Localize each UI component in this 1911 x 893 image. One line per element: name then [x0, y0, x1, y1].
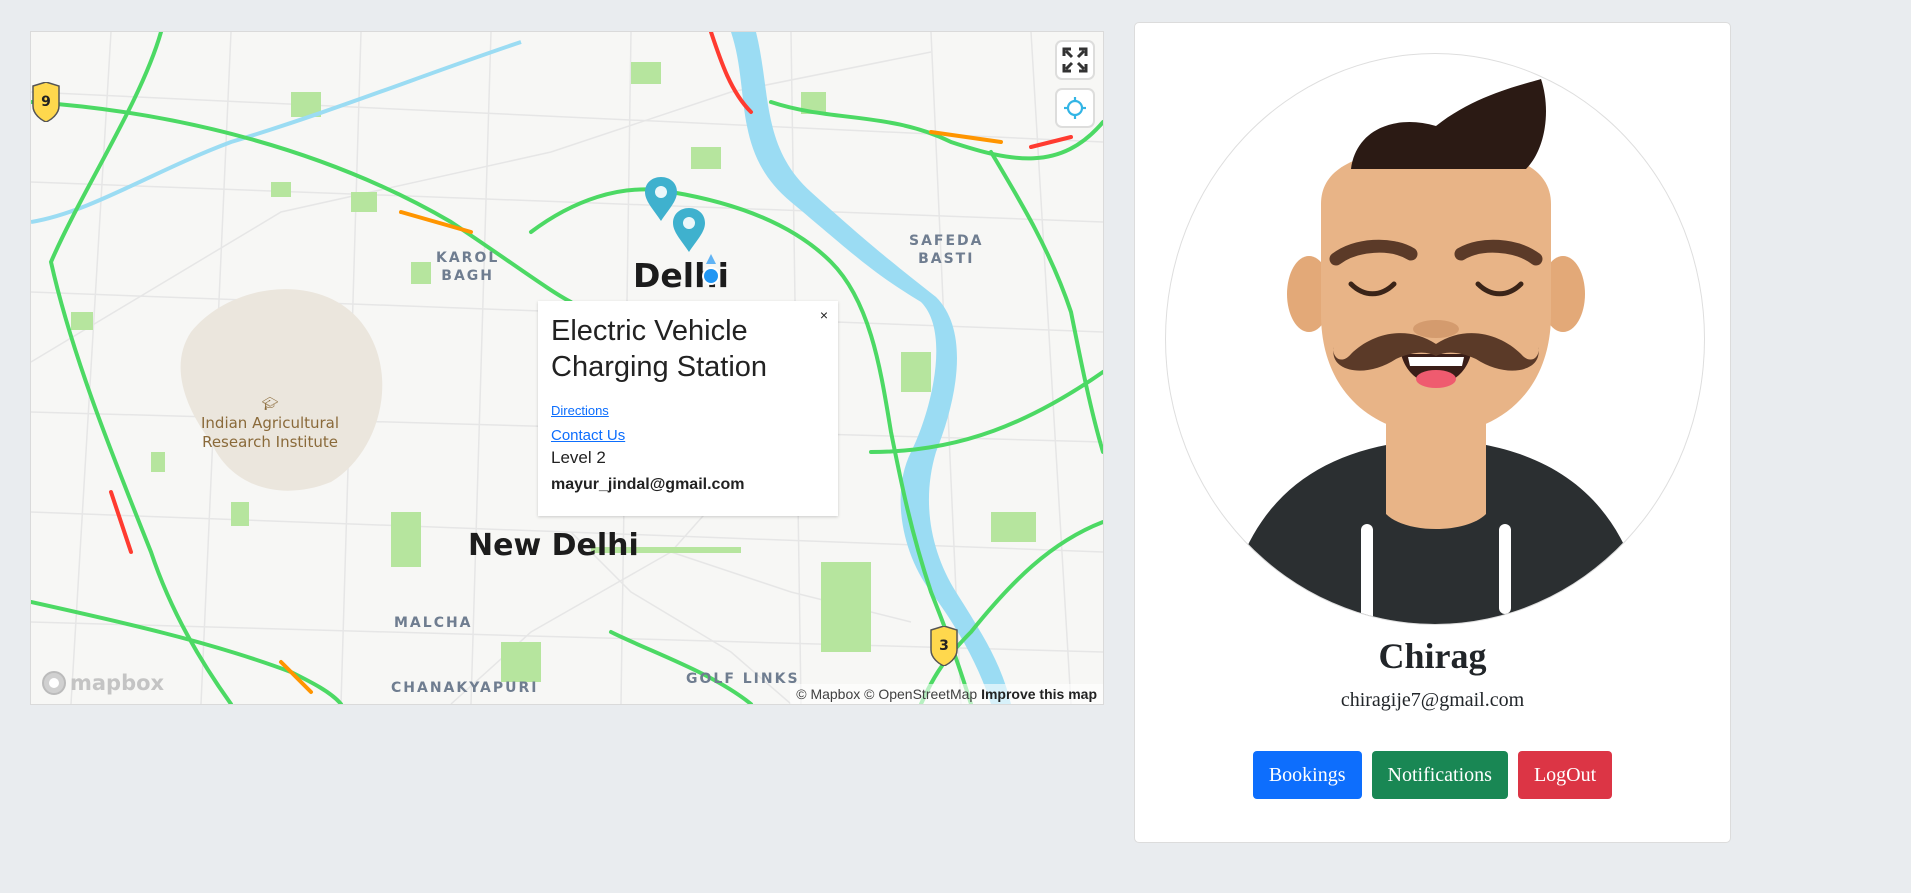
- highway-shield-icon: 9: [32, 82, 60, 122]
- user-location-icon: [702, 254, 720, 285]
- mapbox-logo-text: mapbox: [70, 671, 165, 695]
- school-icon: 🎓︎: [261, 397, 279, 412]
- charging-station-marker-icon[interactable]: [671, 206, 707, 254]
- user-email: chiragije7@gmail.com: [1340, 689, 1525, 711]
- label-karol-bagh-line2: BAGH: [441, 268, 494, 284]
- fullscreen-button[interactable]: [1057, 42, 1093, 78]
- label-golf-links: GOLF LINKS: [686, 671, 800, 687]
- label-iari-line1: Indian Agricultural: [201, 414, 340, 432]
- popup-title: Electric Vehicle Charging Station: [551, 315, 768, 383]
- label-safeda-basti-line1: SAFEDA: [909, 233, 984, 249]
- label-safeda-basti-line2: BASTI: [918, 251, 975, 267]
- label-karol-bagh: KAROL BAGH: [436, 249, 499, 285]
- geolocate-button[interactable]: [1057, 90, 1093, 126]
- label-safeda-basti: SAFEDA BASTI: [909, 232, 984, 268]
- profile-card: Chirag chiragije7@gmail.com Bookings Not…: [1134, 22, 1731, 843]
- contact-us-link[interactable]: Contact Us: [551, 427, 825, 444]
- label-karol-bagh-line1: KAROL: [436, 250, 500, 266]
- label-new-delhi: New Delhi: [468, 528, 639, 563]
- notifications-button[interactable]: Notifications: [1371, 751, 1508, 799]
- improve-map-link[interactable]: Improve this map: [981, 686, 1097, 702]
- user-name: Chirag: [1378, 636, 1487, 676]
- highway-shield-3-label: 3: [939, 638, 949, 654]
- popup-close-button[interactable]: ×: [818, 305, 830, 325]
- mapbox-logo-icon: [42, 671, 66, 695]
- highway-shield-icon: 3: [930, 626, 958, 666]
- station-email: mayur_jindal@gmail.com: [551, 476, 745, 493]
- directions-link[interactable]: Directions: [551, 403, 825, 418]
- label-chanakyapuri: CHANAKYAPURI: [391, 680, 539, 696]
- map-attribution: © Mapbox © OpenStreetMap Improve this ma…: [790, 684, 1103, 704]
- crosshair-icon: [1064, 97, 1086, 119]
- label-iari-line2: Research Institute: [202, 433, 338, 451]
- bookings-button[interactable]: Bookings: [1252, 751, 1362, 799]
- logout-button[interactable]: LogOut: [1517, 751, 1613, 799]
- label-malcha: MALCHA: [394, 615, 473, 631]
- avatar: [1165, 53, 1705, 625]
- label-iari: 🎓︎ Indian Agricultural Research Institut…: [201, 395, 339, 452]
- avatar-illustration-icon: [1236, 79, 1636, 624]
- map-container[interactable]: KAROL BAGH SAFEDA BASTI Delhi New Delhi …: [30, 31, 1104, 705]
- highway-shield-9-label: 9: [41, 94, 51, 110]
- station-popup: × Electric Vehicle Charging Station Dire…: [538, 301, 838, 516]
- profile-actions: Bookings Notifications LogOut: [1135, 751, 1730, 799]
- charger-level: Level 2: [551, 448, 606, 467]
- attribution-text[interactable]: © Mapbox © OpenStreetMap: [796, 686, 977, 702]
- fullscreen-icon: [1062, 47, 1088, 73]
- mapbox-logo[interactable]: mapbox: [41, 670, 164, 696]
